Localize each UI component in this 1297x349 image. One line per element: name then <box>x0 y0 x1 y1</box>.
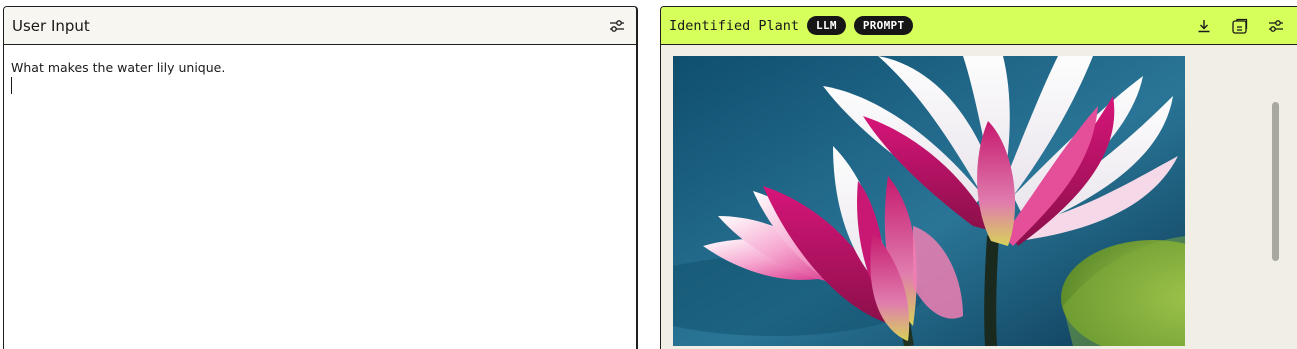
user-input-panel: User Input What makes the water lily uni… <box>3 6 638 349</box>
text-cursor <box>11 77 12 94</box>
copy-icon <box>1232 18 1248 34</box>
panel-title: User Input <box>12 16 90 35</box>
download-button[interactable] <box>1193 15 1215 37</box>
plant-image <box>673 56 1185 346</box>
identified-plant-panel: Identified Plant LLM PROMPT <box>660 6 1297 349</box>
settings-button[interactable] <box>606 15 628 37</box>
water-lily-photo <box>673 56 1185 346</box>
sliders-icon <box>1269 19 1283 32</box>
user-input-header: User Input <box>4 7 636 45</box>
badge-prompt: PROMPT <box>853 16 914 35</box>
user-input-field[interactable]: What makes the water lily unique. <box>4 45 636 108</box>
sliders-icon <box>610 19 624 32</box>
scrollbar-thumb[interactable] <box>1272 102 1279 261</box>
identified-plant-header: Identified Plant LLM PROMPT <box>661 7 1297 45</box>
settings-button[interactable] <box>1265 15 1287 37</box>
badge-llm: LLM <box>807 16 846 35</box>
copy-button[interactable] <box>1229 15 1251 37</box>
panel-title: Identified Plant <box>669 17 800 34</box>
download-icon <box>1198 19 1210 32</box>
input-text[interactable]: What makes the water lily unique. <box>11 59 629 76</box>
app-canvas: User Input What makes the water lily uni… <box>0 0 1297 349</box>
